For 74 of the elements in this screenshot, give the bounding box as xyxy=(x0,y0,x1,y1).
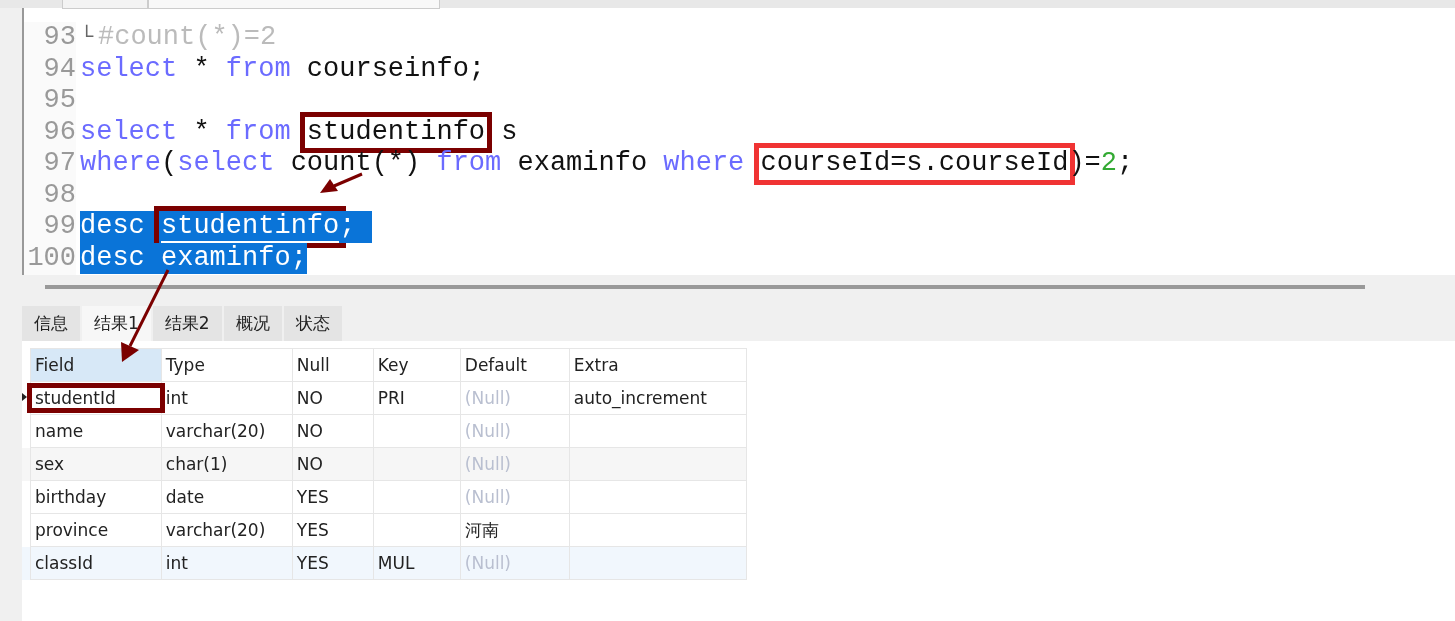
table-cell: 河南 xyxy=(460,513,570,547)
table-cell: varchar(20) xyxy=(161,414,293,448)
table-cell: (Null) xyxy=(460,414,570,448)
table-cell: (Null) xyxy=(460,546,570,580)
table-cell: (Null) xyxy=(460,480,570,514)
result-tab[interactable]: 状态 xyxy=(283,306,342,341)
sql-keyword: select xyxy=(177,148,275,180)
sql-keyword: select xyxy=(80,116,178,148)
result-tab[interactable]: 信息 xyxy=(22,306,80,341)
table-cell: birthday xyxy=(30,480,162,514)
sql-keyword: from xyxy=(225,53,291,85)
code-text: * xyxy=(192,116,211,148)
sql-keyword: select xyxy=(80,53,178,85)
editor-tab[interactable] xyxy=(62,0,148,9)
code-text: * xyxy=(192,53,211,85)
line-number: 95 xyxy=(42,85,76,117)
sql-keyword: where xyxy=(663,148,746,180)
result-tab[interactable]: 结果2 xyxy=(152,306,222,341)
table-cell: YES xyxy=(292,546,374,580)
line-number: 99 xyxy=(42,211,76,243)
table-cell: (Null) xyxy=(460,381,570,415)
line-number: 96 xyxy=(42,116,76,148)
code-text: studentinfo xyxy=(306,116,486,147)
line-number: 94 xyxy=(42,53,76,85)
column-header[interactable]: Type xyxy=(161,348,293,382)
table-cell: NO xyxy=(292,414,374,448)
line-number: 97 xyxy=(42,148,76,180)
code-text: s xyxy=(500,116,518,148)
column-header[interactable]: Default xyxy=(460,348,570,382)
code-text: examinfo; xyxy=(144,242,307,274)
code-text: ; xyxy=(1117,148,1134,180)
code-text: count(*) xyxy=(289,148,422,180)
fold-marker[interactable]: └ xyxy=(80,22,98,54)
sql-keyword: desc xyxy=(80,242,145,274)
sql-keyword: where xyxy=(80,148,161,180)
highlight-box: studentId xyxy=(27,383,165,413)
table-cell: int xyxy=(161,381,293,415)
table-cell: MUL xyxy=(373,546,461,580)
table-cell: date xyxy=(161,480,293,514)
table-cell: char(1) xyxy=(161,447,293,481)
column-header[interactable]: Key xyxy=(373,348,461,382)
table-cell: varchar(20) xyxy=(161,513,293,547)
editor-tab[interactable] xyxy=(148,0,440,9)
table-cell: sex xyxy=(30,447,162,481)
line-number: 93 xyxy=(42,22,76,54)
table-cell: YES xyxy=(292,513,374,547)
sql-keyword: desc xyxy=(80,211,161,243)
table-cell: NO xyxy=(292,381,374,415)
result-tab[interactable]: 结果1 xyxy=(82,306,151,341)
line-number: 98 xyxy=(42,179,76,211)
code-text: examinfo xyxy=(516,148,649,180)
code-text: courseId=s.courseId xyxy=(760,148,1069,178)
table-cell: (Null) xyxy=(460,447,570,481)
column-header[interactable]: Field xyxy=(30,348,162,382)
table-cell: auto_increment xyxy=(569,381,747,415)
table-cell: int xyxy=(161,546,293,580)
column-header[interactable]: Null xyxy=(292,348,374,382)
table-cell: NO xyxy=(292,447,374,481)
table-cell: YES xyxy=(292,480,374,514)
code-text: ; xyxy=(339,211,372,243)
table-cell: classId xyxy=(30,546,162,580)
sql-keyword: from xyxy=(436,148,502,180)
code-text: ( xyxy=(161,148,178,180)
code-text: 2 xyxy=(1100,148,1117,180)
result-tab[interactable]: 概况 xyxy=(223,306,282,341)
code-text: #count(*)=2 xyxy=(98,22,277,54)
column-header[interactable]: Extra xyxy=(569,348,747,382)
code-text: courseinfo; xyxy=(305,53,486,85)
table-cell: name xyxy=(30,414,162,448)
sql-keyword: from xyxy=(225,116,292,148)
line-number: 100 xyxy=(26,242,76,274)
table-cell: PRI xyxy=(373,381,461,415)
table-cell: province xyxy=(30,513,162,547)
code-text: studentinfo xyxy=(161,211,340,241)
